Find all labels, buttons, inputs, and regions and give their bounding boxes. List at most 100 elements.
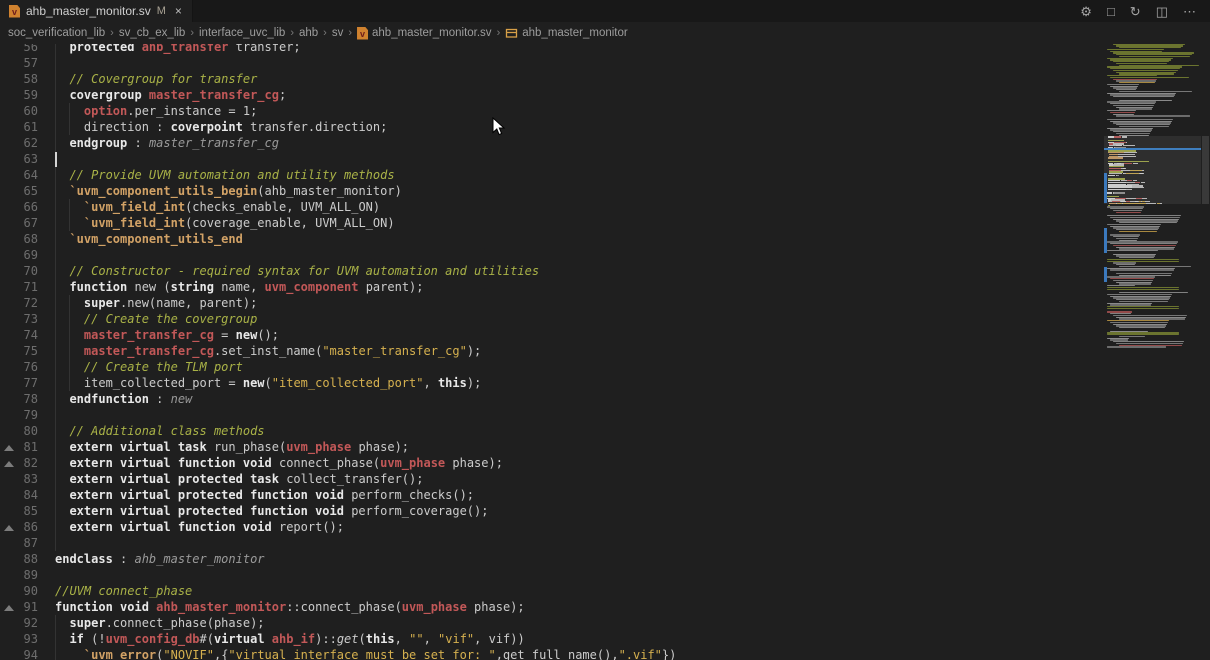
line-number[interactable]: 56 [0, 44, 38, 55]
line-number[interactable]: 71 [0, 279, 38, 295]
code-line[interactable]: 66 `uvm_field_int(checks_enable, UVM_ALL… [0, 199, 1090, 215]
breadcrumb-item-ahb[interactable]: ahb [299, 27, 318, 39]
split-editor-icon[interactable]: ◫ [1156, 5, 1168, 18]
line-number[interactable]: 67 [0, 215, 38, 231]
line-number[interactable]: 65 [0, 183, 38, 199]
code-line[interactable]: 72 super.new(name, parent); [0, 295, 1090, 311]
settings-icon[interactable]: ⚙ [1080, 5, 1092, 18]
code-line[interactable]: 92 super.connect_phase(phase); [0, 615, 1090, 631]
code-line[interactable]: 85 extern virtual protected function voi… [0, 503, 1090, 519]
code-line[interactable]: 61 direction : coverpoint transfer.direc… [0, 119, 1090, 135]
code-line[interactable]: 84 extern virtual protected function voi… [0, 487, 1090, 503]
code-line[interactable]: 74 master_transfer_cg = new(); [0, 327, 1090, 343]
code-line[interactable]: 59 covergroup master_transfer_cg; [0, 87, 1090, 103]
code-line[interactable]: 93 if (!uvm_config_db#(virtual ahb_if)::… [0, 631, 1090, 647]
line-number[interactable]: 60 [0, 103, 38, 119]
scrollbar-thumb[interactable] [1202, 136, 1209, 204]
breadcrumb-item-ahb_master_monitor[interactable]: ahb_master_monitor [505, 27, 627, 39]
line-number[interactable]: 74 [0, 327, 38, 343]
line-number[interactable]: 77 [0, 375, 38, 391]
line-number[interactable]: 84 [0, 487, 38, 503]
sync-icon[interactable]: ↻ [1130, 5, 1141, 18]
code-line[interactable]: 89 [0, 567, 1090, 583]
breadcrumb-item-interface_uvc_lib[interactable]: interface_uvc_lib [199, 27, 285, 39]
code-line[interactable]: 63 [0, 151, 1090, 167]
gutter-triangle-marker[interactable] [4, 605, 14, 611]
line-number[interactable]: 61 [0, 119, 38, 135]
line-text: `uvm_error("NOVIF",{"virtual interface m… [55, 647, 676, 660]
code-line[interactable]: 90//UVM connect_phase [0, 583, 1090, 599]
code-line[interactable]: 75 master_transfer_cg.set_inst_name("mas… [0, 343, 1090, 359]
line-number[interactable]: 57 [0, 55, 38, 71]
code-line[interactable]: 70 // Constructor - required syntax for … [0, 263, 1090, 279]
line-number[interactable]: 76 [0, 359, 38, 375]
code-line[interactable]: 77 item_collected_port = new("item_colle… [0, 375, 1090, 391]
code-line[interactable]: 82 extern virtual function void connect_… [0, 455, 1090, 471]
code-line[interactable]: 65 `uvm_component_utils_begin(ahb_master… [0, 183, 1090, 199]
line-number[interactable]: 89 [0, 567, 38, 583]
code-line[interactable]: 78 endfunction : new [0, 391, 1090, 407]
code-line[interactable]: 80 // Additional class methods [0, 423, 1090, 439]
code-line[interactable]: 88endclass : ahb_master_monitor [0, 551, 1090, 567]
line-number[interactable]: 85 [0, 503, 38, 519]
code-line[interactable]: 60 option.per_instance = 1; [0, 103, 1090, 119]
code-line[interactable]: 56 protected ahb_transfer transfer; [0, 44, 1090, 55]
line-number[interactable]: 75 [0, 343, 38, 359]
line-number[interactable]: 69 [0, 247, 38, 263]
line-number[interactable]: 68 [0, 231, 38, 247]
code-line[interactable]: 69 [0, 247, 1090, 263]
line-number[interactable]: 94 [0, 647, 38, 660]
code-line[interactable]: 68 `uvm_component_utils_end [0, 231, 1090, 247]
line-number[interactable]: 73 [0, 311, 38, 327]
scrollbar[interactable] [1201, 44, 1210, 660]
code-line[interactable]: 67 `uvm_field_int(coverage_enable, UVM_A… [0, 215, 1090, 231]
line-number[interactable]: 66 [0, 199, 38, 215]
minimap-viewport[interactable] [1104, 136, 1201, 204]
indent-guide [55, 87, 56, 103]
breadcrumb-item-sv_cb_ex_lib[interactable]: sv_cb_ex_lib [119, 27, 185, 39]
line-number[interactable]: 78 [0, 391, 38, 407]
code-line[interactable]: 83 extern virtual protected task collect… [0, 471, 1090, 487]
line-number[interactable]: 58 [0, 71, 38, 87]
code-line[interactable]: 73 // Create the covergroup [0, 311, 1090, 327]
line-number[interactable]: 92 [0, 615, 38, 631]
line-number[interactable]: 62 [0, 135, 38, 151]
code-line[interactable]: 94 `uvm_error("NOVIF",{"virtual interfac… [0, 647, 1090, 660]
tab-ahb-master-monitor[interactable]: v ahb_master_monitor.sv M × [0, 0, 193, 22]
line-number[interactable]: 93 [0, 631, 38, 647]
gutter-triangle-marker[interactable] [4, 461, 14, 467]
minimap[interactable] [1104, 44, 1201, 660]
gutter-triangle-marker[interactable] [4, 525, 14, 531]
line-number[interactable]: 72 [0, 295, 38, 311]
code-line[interactable]: 57 [0, 55, 1090, 71]
line-number[interactable]: 70 [0, 263, 38, 279]
code-line[interactable]: 58 // Covergroup for transfer [0, 71, 1090, 87]
code-line[interactable]: 87 [0, 535, 1090, 551]
code-line[interactable]: 86 extern virtual function void report()… [0, 519, 1090, 535]
code-line[interactable]: 62 endgroup : master_transfer_cg [0, 135, 1090, 151]
breadcrumb-item-ahb_master_monitor.sv[interactable]: vahb_master_monitor.sv [357, 27, 492, 40]
code-line[interactable]: 71 function new (string name, uvm_compon… [0, 279, 1090, 295]
line-number[interactable]: 80 [0, 423, 38, 439]
minimap-line [1116, 264, 1135, 265]
line-number[interactable]: 90 [0, 583, 38, 599]
code-line[interactable]: 64 // Provide UVM automation and utility… [0, 167, 1090, 183]
gutter-triangle-marker[interactable] [4, 445, 14, 451]
code-line[interactable]: 79 [0, 407, 1090, 423]
editor[interactable]: 56 protected ahb_transfer transfer;5758 … [0, 44, 1210, 660]
line-number[interactable]: 88 [0, 551, 38, 567]
layout-icon[interactable]: □ [1107, 5, 1115, 18]
code-line[interactable]: 81 extern virtual task run_phase(uvm_pha… [0, 439, 1090, 455]
breadcrumb-item-sv[interactable]: sv [332, 27, 344, 39]
line-number[interactable]: 59 [0, 87, 38, 103]
line-number[interactable]: 87 [0, 535, 38, 551]
code-line[interactable]: 91function void ahb_master_monitor::conn… [0, 599, 1090, 615]
code-line[interactable]: 76 // Create the TLM port [0, 359, 1090, 375]
breadcrumb-item-soc_verification_lib[interactable]: soc_verification_lib [8, 27, 105, 39]
more-actions-icon[interactable]: ⋯ [1183, 5, 1196, 18]
line-number[interactable]: 79 [0, 407, 38, 423]
close-icon[interactable]: × [175, 4, 182, 18]
line-number[interactable]: 63 [0, 151, 38, 167]
line-number[interactable]: 83 [0, 471, 38, 487]
line-number[interactable]: 64 [0, 167, 38, 183]
